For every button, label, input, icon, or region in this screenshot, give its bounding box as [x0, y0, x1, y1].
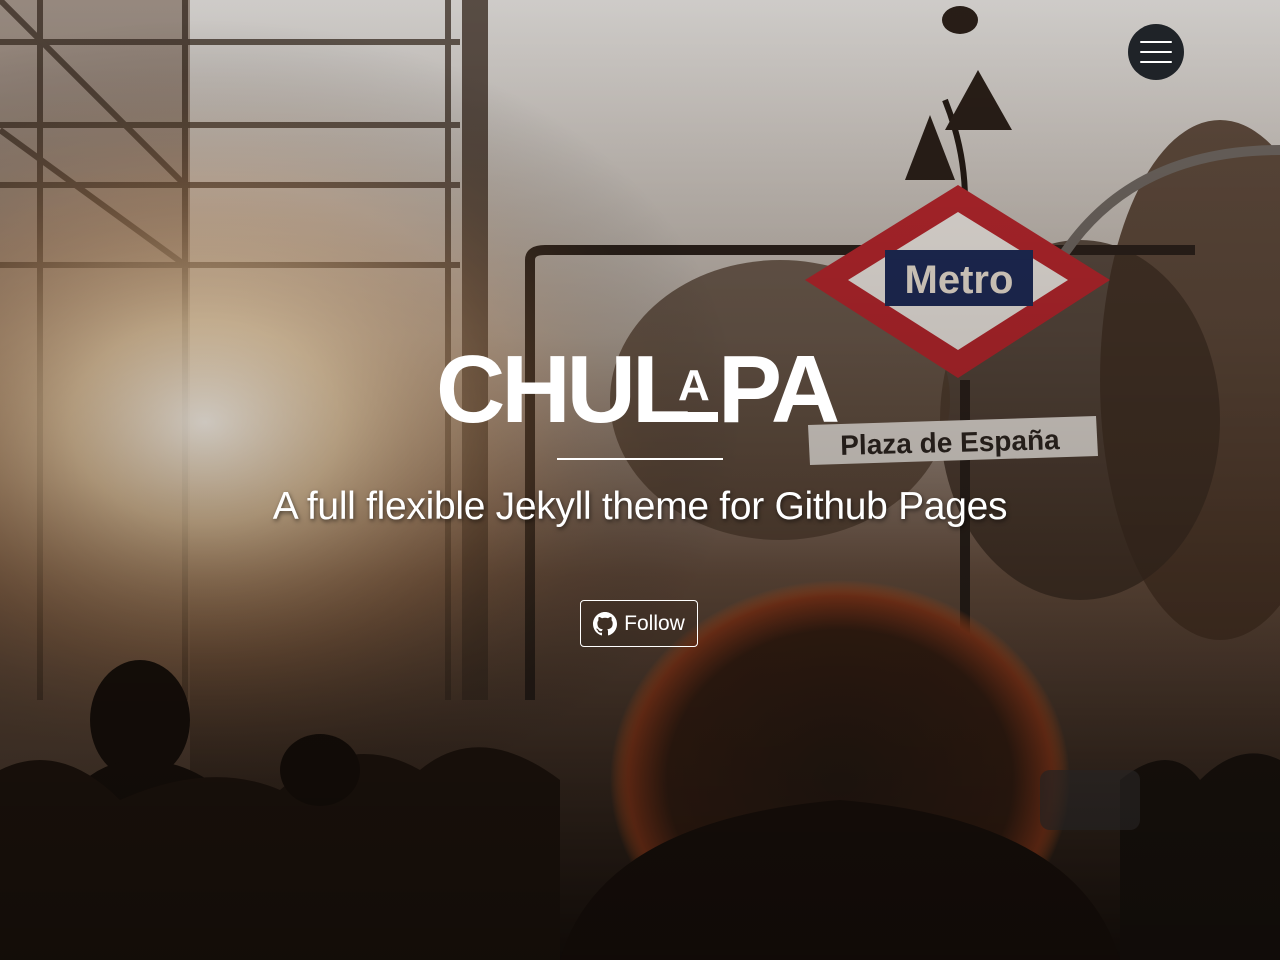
follow-button-label: Follow [624, 611, 685, 635]
logo-divider [557, 458, 723, 460]
github-icon [593, 611, 618, 636]
site-tagline: A full flexible Jekyll theme for Github … [272, 485, 1008, 528]
site-logo[interactable]: CHUL PA A [432, 336, 848, 443]
svg-text:A: A [678, 361, 710, 410]
hero-section: Metro Plaza de España CHU [0, 0, 1280, 960]
svg-text:CHUL: CHUL [436, 338, 688, 430]
hero-content: CHUL PA A A full flexible Jekyll theme f… [0, 0, 1280, 960]
svg-text:PA: PA [718, 338, 838, 430]
follow-button[interactable]: Follow [580, 600, 698, 647]
